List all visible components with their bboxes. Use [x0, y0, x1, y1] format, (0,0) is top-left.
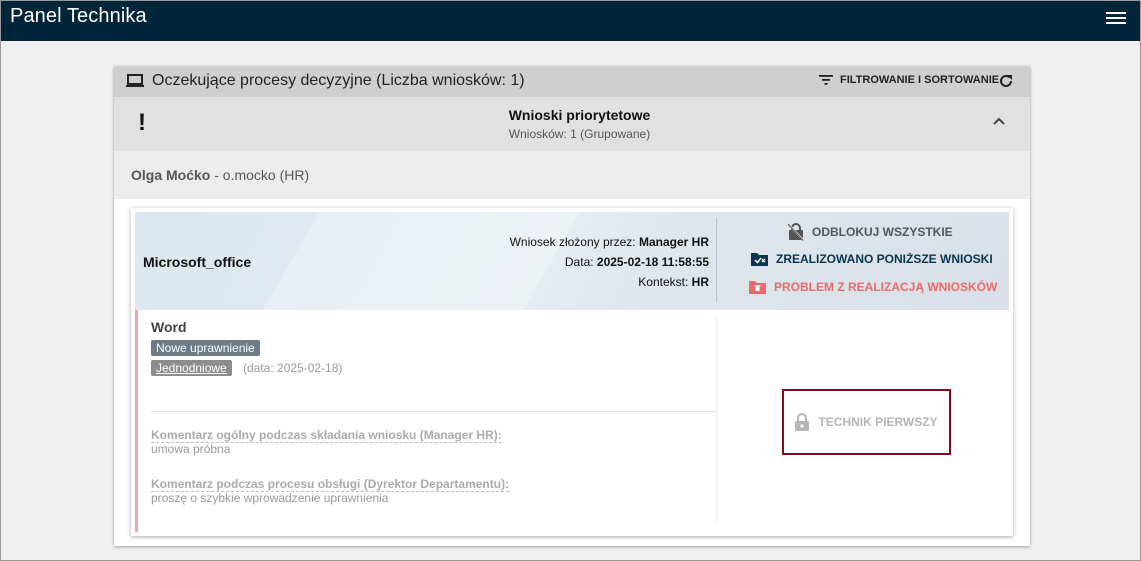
priority-group-header[interactable]: ! Wnioski priorytetowe Wniosków: 1 (Grup…	[114, 97, 1030, 151]
filter-sort-label: FILTROWANIE I SORTOWANIE	[840, 74, 1000, 86]
menu-icon[interactable]	[1106, 9, 1126, 25]
unlock-all-label: ODBLOKUJ WSZYSTKIE	[812, 225, 953, 239]
item-vertical-divider	[716, 318, 717, 522]
lock-icon	[795, 413, 810, 431]
chevron-up-icon[interactable]	[992, 116, 1006, 126]
technician-highlight-box: TECHNIK PIERWSZY	[782, 389, 951, 455]
comment-general-text: umowa próbna	[151, 442, 231, 456]
submitted-by: Manager HR	[638, 235, 709, 249]
done-requests-label: ZREALIZOWANO PONIŻSZE WNIOSKI	[776, 252, 993, 266]
type-badge: Nowe uprawnienie	[151, 340, 260, 356]
header-divider	[716, 218, 717, 302]
context-label: Kontekst:	[638, 275, 692, 289]
refresh-icon[interactable]	[998, 73, 1014, 89]
comment-process-label[interactable]: Komentarz podczas procesu obsługi (Dyrek…	[151, 477, 510, 492]
lock-off-icon	[788, 223, 804, 241]
request-app-name: Microsoft_office	[143, 254, 252, 270]
request-card: Microsoft_office Wniosek złożony przez: …	[131, 208, 1013, 536]
submitted-by-label: Wniosek złożony przez:	[509, 235, 639, 249]
item-name: Word	[151, 319, 187, 335]
comment-process-text: proszę o szybkie wprowadzenie uprawnieni…	[151, 491, 389, 505]
filter-sort-button[interactable]: FILTROWANIE I SORTOWANIE	[819, 74, 999, 86]
laptop-icon	[126, 74, 144, 87]
request-header: Microsoft_office Wniosek złożony przez: …	[135, 212, 1009, 310]
duration-date: (data: 2025-02-18)	[243, 361, 343, 375]
problem-requests-label: PROBLEM Z REALIZACJĄ WNIOSKÓW	[774, 280, 998, 294]
unlock-all-button[interactable]: ODBLOKUJ WSZYSTKIE	[788, 223, 953, 241]
priority-title: Wnioski priorytetowe	[508, 107, 651, 123]
user-name: Olga Moćko - o.mocko (HR)	[131, 167, 309, 183]
user-detail: - o.mocko (HR)	[210, 167, 310, 183]
pending-processes-card: Oczekujące procesy decyzyjne (Liczba wni…	[114, 66, 1030, 546]
app-bar: Panel Technika	[1, 1, 1140, 41]
date-label: Data:	[564, 255, 597, 269]
duration-badge[interactable]: Jednodniowe	[151, 360, 232, 376]
done-requests-button[interactable]: ZREALIZOWANO PONIŻSZE WNIOSKI	[751, 252, 993, 266]
request-meta: Wniosek złożony przez: Manager HR Data: …	[510, 232, 709, 292]
problem-requests-button[interactable]: PROBLEM Z REALIZACJĄ WNIOSKÓW	[749, 280, 997, 294]
app-title: Panel Technika	[10, 5, 147, 27]
folder-check-icon	[751, 253, 768, 266]
request-context: HR	[691, 275, 709, 289]
request-date: 2025-02-18 11:58:55	[596, 255, 709, 269]
card-header: Oczekujące procesy decyzyjne (Liczba wni…	[114, 66, 1030, 97]
technician-first-button[interactable]: TECHNIK PIERWSZY	[795, 413, 938, 431]
comment-general-label[interactable]: Komentarz ogólny podczas składania wnios…	[151, 428, 502, 443]
user-bar: Olga Moćko - o.mocko (HR)	[114, 151, 1030, 199]
priority-subtitle: Wniosków: 1 (Grupowane)	[508, 127, 651, 141]
item-divider	[151, 411, 717, 412]
user-full-name: Olga Moćko	[131, 167, 211, 183]
folder-delete-icon	[749, 281, 766, 294]
technician-first-label: TECHNIK PIERWSZY	[818, 415, 938, 429]
filter-icon	[819, 75, 833, 85]
card-title: Oczekujące procesy decyzyjne (Liczba wni…	[152, 72, 525, 89]
